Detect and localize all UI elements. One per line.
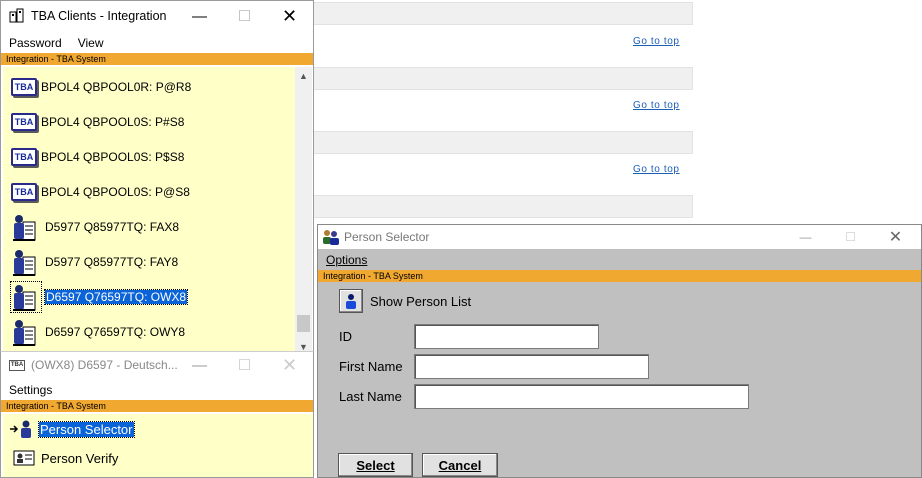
deutsch-list: Person Selector Person Verify [3,414,313,477]
list-item-selected[interactable]: Person Selector [9,415,135,443]
tba-small-icon: TBA [9,359,25,371]
list-item[interactable]: TBA BPOL4 QBPOOL0S: P@S8 [11,177,190,207]
person-selector-item: Person Selector [38,420,135,438]
id-field[interactable] [414,324,599,349]
section-bar [313,67,693,90]
clients-window: TBA Clients - Integration — ☐ ✕ Password… [0,0,314,357]
go-to-top-link[interactable]: Go to top [633,36,680,47]
people-icon [322,229,340,245]
system-banner: Integration - TBA System [1,400,313,412]
show-person-list-label: Show Person List [370,293,472,309]
maximize-button[interactable]: ☐ [222,352,267,378]
section-bar [313,131,693,154]
first-name-label: First Name [339,359,403,374]
app-icon [9,8,25,24]
close-button[interactable]: ✕ [267,352,312,378]
list-item[interactable]: TBA BPOL4 QBPOOL0S: P#S8 [11,107,184,137]
go-to-top-link[interactable]: Go to top [633,164,680,175]
list-item-selected[interactable]: D6597 Q76597TQ: OWX8 [10,281,189,313]
last-name-label: Last Name [339,389,402,404]
list-item[interactable]: TBA BPOL4 QBPOOL0R: P@R8 [11,72,191,102]
menu-view[interactable]: View [78,36,104,50]
list-item-label: BPOL4 QBPOOL0S: P@S8 [41,185,190,199]
id-card-icon [13,450,35,466]
list-item-label: BPOL4 QBPOOL0R: P@R8 [41,80,192,94]
minimize-button[interactable]: — [177,352,222,378]
maximize-button[interactable]: ☐ [828,225,873,249]
menu-password[interactable]: Password [9,36,62,50]
menu-settings[interactable]: Settings [9,383,52,397]
minimize-button[interactable]: — [177,1,222,31]
person-verify-item: Person Verify [41,450,119,466]
person-building-icon [11,247,41,277]
tba-icon: TBA [11,113,37,131]
deutsch-window-title: (OWX8) D6597 - Deutsch... [31,358,178,372]
person-building-icon [11,317,41,347]
person-selector-window: Person Selector — ☐ ✕ Options Integratio… [317,224,922,478]
section-bar [313,2,693,25]
person-icon [339,289,363,313]
list-item[interactable]: D5977 Q85977TQ: FAY8 [11,247,178,277]
person-selector-title: Person Selector [344,230,430,244]
close-button[interactable]: ✕ [873,225,918,249]
list-item[interactable]: TBA BPOL4 QBPOOL0S: P$S8 [11,142,184,172]
select-button[interactable]: Select [338,453,413,477]
list-item-label: D6597 Q76597TQ: OWY8 [45,325,186,339]
clients-menubar: Password View [1,34,313,51]
list-item[interactable]: D5977 Q85977TQ: FAX8 [11,212,179,242]
cancel-button[interactable]: Cancel [422,453,498,477]
person-selector-menubar: Options [318,250,921,269]
id-label: ID [339,329,352,344]
system-banner: Integration - TBA System [318,270,921,282]
go-to-top-link[interactable]: Go to top [633,100,680,111]
clients-window-title: TBA Clients - Integration [31,9,167,23]
deutsch-menubar: Settings [1,381,313,398]
scroll-thumb[interactable] [297,315,310,332]
maximize-button[interactable]: ☐ [222,1,267,31]
scroll-up-icon[interactable]: ▲ [295,69,312,83]
person-building-icon [10,281,42,313]
system-banner: Integration - TBA System [1,53,313,65]
last-name-field[interactable] [414,384,749,409]
first-name-field[interactable] [414,354,649,379]
vertical-scrollbar[interactable]: ▲ ▼ [295,67,312,356]
close-button[interactable]: ✕ [267,1,312,31]
list-item[interactable]: D6597 Q76597TQ: OWY8 [11,317,185,347]
arrow-person-icon [9,419,35,439]
tba-icon: TBA [11,148,37,166]
list-item-label: BPOL4 QBPOOL0S: P$S8 [41,150,185,164]
list-item-label: D5977 Q85977TQ: FAY8 [45,255,179,269]
tba-icon: TBA [11,183,37,201]
tba-icon: TBA [11,78,37,96]
clients-list: TBA BPOL4 QBPOOL0R: P@R8 TBA BPOL4 QBPOO… [3,67,295,356]
show-person-list-button[interactable]: Show Person List [339,289,471,313]
minimize-button[interactable]: — [783,225,828,249]
deutsch-window: TBA (OWX8) D6597 - Deutsch... — ☐ ✕ Sett… [0,351,314,478]
list-item-label: D5977 Q85977TQ: FAX8 [45,220,180,234]
list-item-label: BPOL4 QBPOOL0S: P#S8 [41,115,185,129]
menu-options[interactable]: Options [326,253,367,267]
list-item-label: D6597 Q76597TQ: OWX8 [43,289,189,305]
section-bar [313,195,693,218]
list-item[interactable]: Person Verify [13,444,118,472]
person-building-icon [11,212,41,242]
